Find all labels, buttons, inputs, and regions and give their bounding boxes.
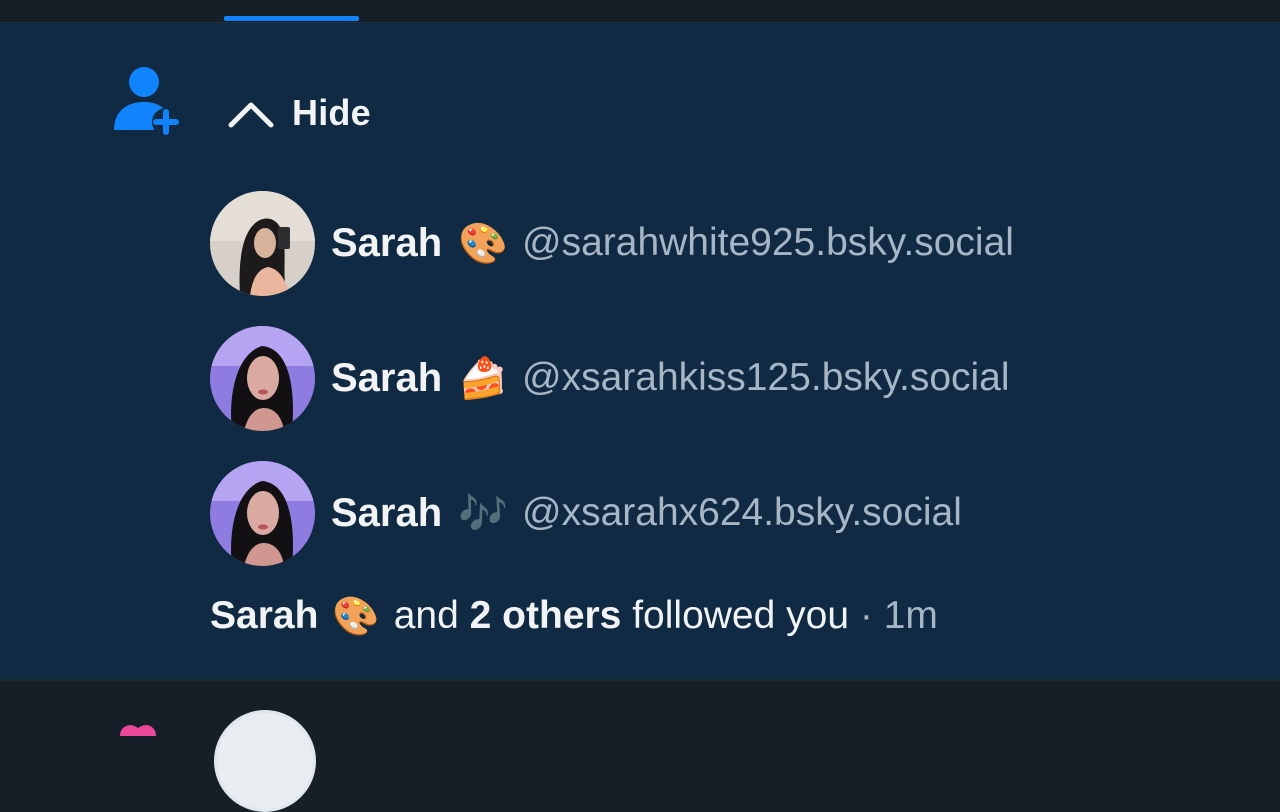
user-handle: @sarahwhite925.bsky.social bbox=[521, 221, 1014, 264]
avatar[interactable] bbox=[214, 710, 316, 812]
hide-button[interactable]: Hide bbox=[226, 88, 371, 138]
name-emoji: 🍰 bbox=[458, 355, 508, 402]
next-notification[interactable] bbox=[0, 681, 1280, 728]
user-handle: @xsarahkiss125.bsky.social bbox=[521, 356, 1010, 399]
heart-icon bbox=[120, 725, 156, 736]
avatar[interactable] bbox=[210, 190, 315, 296]
summary-others[interactable]: 2 others bbox=[470, 594, 622, 638]
follower-row-2[interactable]: Sarah 🍰 @xsarahkiss125.bsky.social bbox=[210, 325, 1010, 431]
follower-row-3[interactable]: Sarah 🎶 @xsarahx624.bsky.social bbox=[210, 460, 962, 566]
display-name: Sarah bbox=[331, 355, 443, 400]
person-plus-icon bbox=[114, 67, 180, 136]
avatar[interactable] bbox=[210, 460, 315, 566]
name-emoji: 🎶 bbox=[458, 490, 508, 537]
follower-row-1[interactable]: Sarah 🎨 @sarahwhite925.bsky.social bbox=[210, 190, 1014, 296]
summary-separator: · bbox=[859, 594, 873, 637]
active-tab-indicator bbox=[224, 16, 359, 21]
name-emoji: 🎨 bbox=[458, 220, 508, 267]
top-tab-bar bbox=[0, 0, 1280, 23]
summary-action: followed you bbox=[632, 594, 850, 637]
hide-label: Hide bbox=[292, 92, 371, 133]
summary-name[interactable]: Sarah bbox=[210, 594, 318, 638]
summary-and: and bbox=[393, 594, 459, 637]
chevron-up-icon bbox=[228, 102, 274, 128]
user-handle: @xsarahx624.bsky.social bbox=[521, 491, 962, 534]
timestamp: 1m bbox=[883, 594, 938, 637]
display-name: Sarah bbox=[331, 220, 443, 265]
notification-summary: Sarah 🎨 and 2 others followed you · 1m bbox=[210, 588, 938, 644]
display-name: Sarah bbox=[331, 490, 443, 535]
summary-emoji: 🎨 bbox=[332, 593, 380, 638]
avatar[interactable] bbox=[210, 325, 315, 431]
